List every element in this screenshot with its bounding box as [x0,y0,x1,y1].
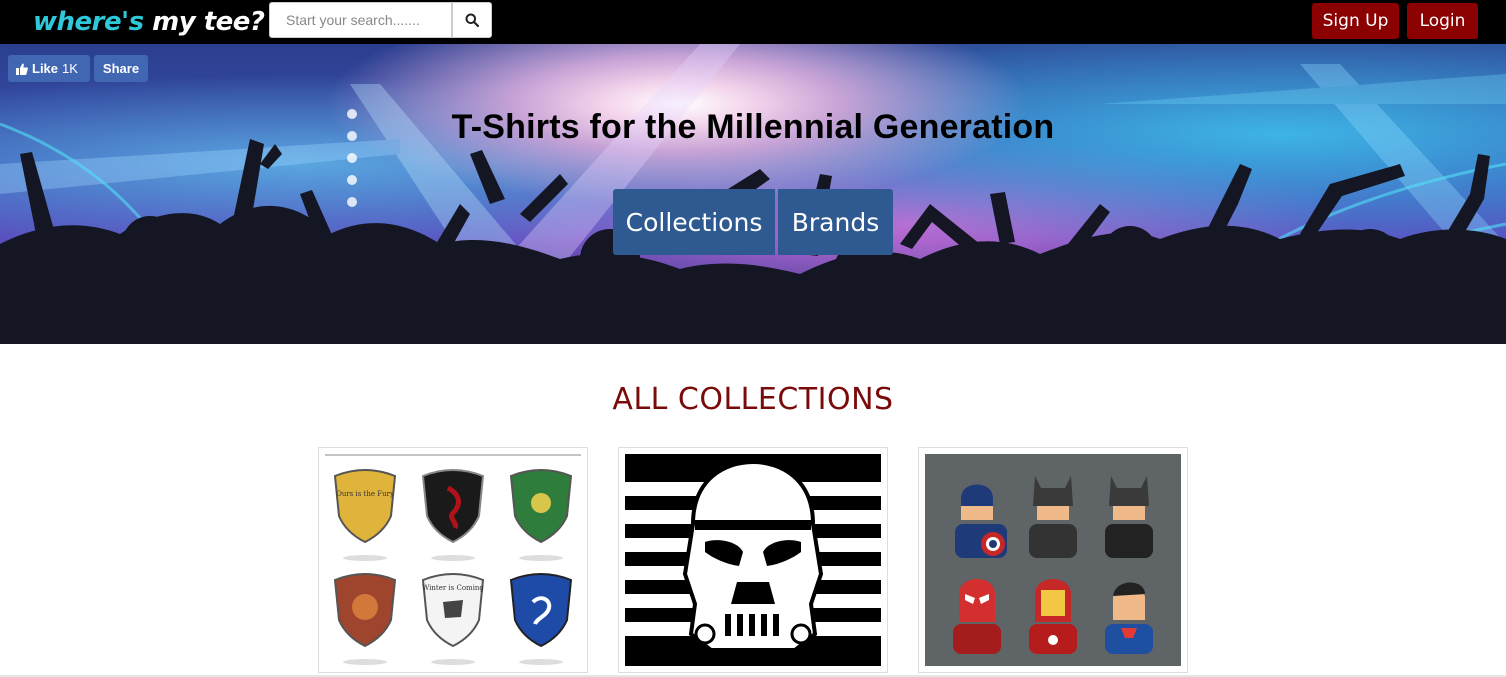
facebook-share-button[interactable]: Share [94,55,148,82]
like-count: 1K [62,61,78,76]
hero-title: T-Shirts for the Millennial Generation [451,108,1055,146]
thumbs-up-icon [16,63,28,75]
all-collections-heading: ALL COLLECTIONS [612,382,894,417]
crest-text-5: Winter is Coming [422,584,484,592]
site-logo[interactable]: where's my tee? [33,4,265,40]
collection-card-crests[interactable]: Ours is the Fury Winter is Coming [318,447,588,673]
collection-card-stormtrooper[interactable] [618,447,888,673]
house-crests-image: Ours is the Fury Winter is Coming [325,454,581,666]
collection-card-superheroes[interactable] [918,447,1188,673]
brands-button[interactable]: Brands [778,189,893,255]
top-navbar: where's my tee? Sign Up Login [0,0,1506,44]
like-label: Like [32,61,59,76]
superheroes-image [925,454,1181,666]
login-button[interactable]: Login [1407,3,1478,39]
stormtrooper-helmet-image [625,454,881,666]
hero-banner: Like 1K Share T-Shirts for the Millennia… [0,44,1506,344]
collections-button[interactable]: Collections [613,189,775,255]
sign-up-button[interactable]: Sign Up [1312,3,1399,39]
search-icon [465,13,479,27]
logo-text-part1: where's [33,7,144,37]
crest-text-1: Ours is the Fury [336,490,394,498]
facebook-like-button[interactable]: Like 1K [8,55,90,82]
search-button[interactable] [452,2,492,38]
search-input[interactable] [269,2,452,38]
logo-text-part2: my tee? [152,7,265,37]
